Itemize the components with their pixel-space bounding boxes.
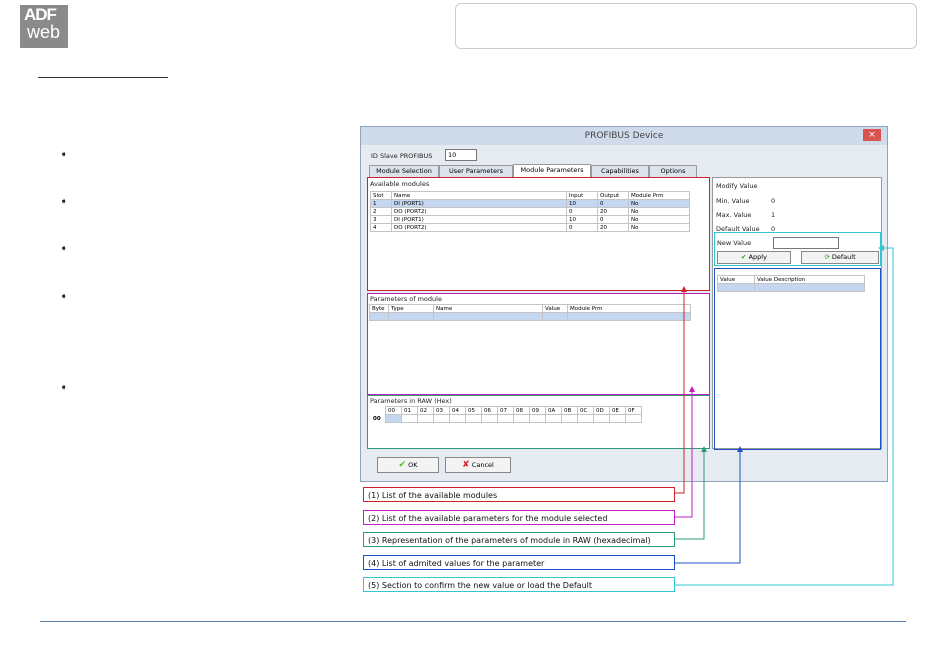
callout-4: (4) List of admited values for the param… — [363, 555, 675, 570]
footer-rule — [40, 621, 906, 622]
arrow-2 — [689, 386, 695, 392]
callout-5: (5) Section to confirm the new value or … — [363, 577, 675, 592]
arrow-3 — [701, 446, 707, 452]
callout-3: (3) Representation of the parameters of … — [363, 532, 675, 547]
callout-2: (2) List of the available parameters for… — [363, 510, 675, 525]
arrow-1 — [681, 286, 687, 292]
connector-1 — [675, 288, 685, 494]
connector-4 — [675, 448, 741, 564]
arrow-5 — [878, 245, 884, 251]
arrow-4 — [737, 446, 743, 452]
connector-5 — [675, 247, 894, 586]
callout-1: (1) List of the available modules — [363, 487, 675, 502]
